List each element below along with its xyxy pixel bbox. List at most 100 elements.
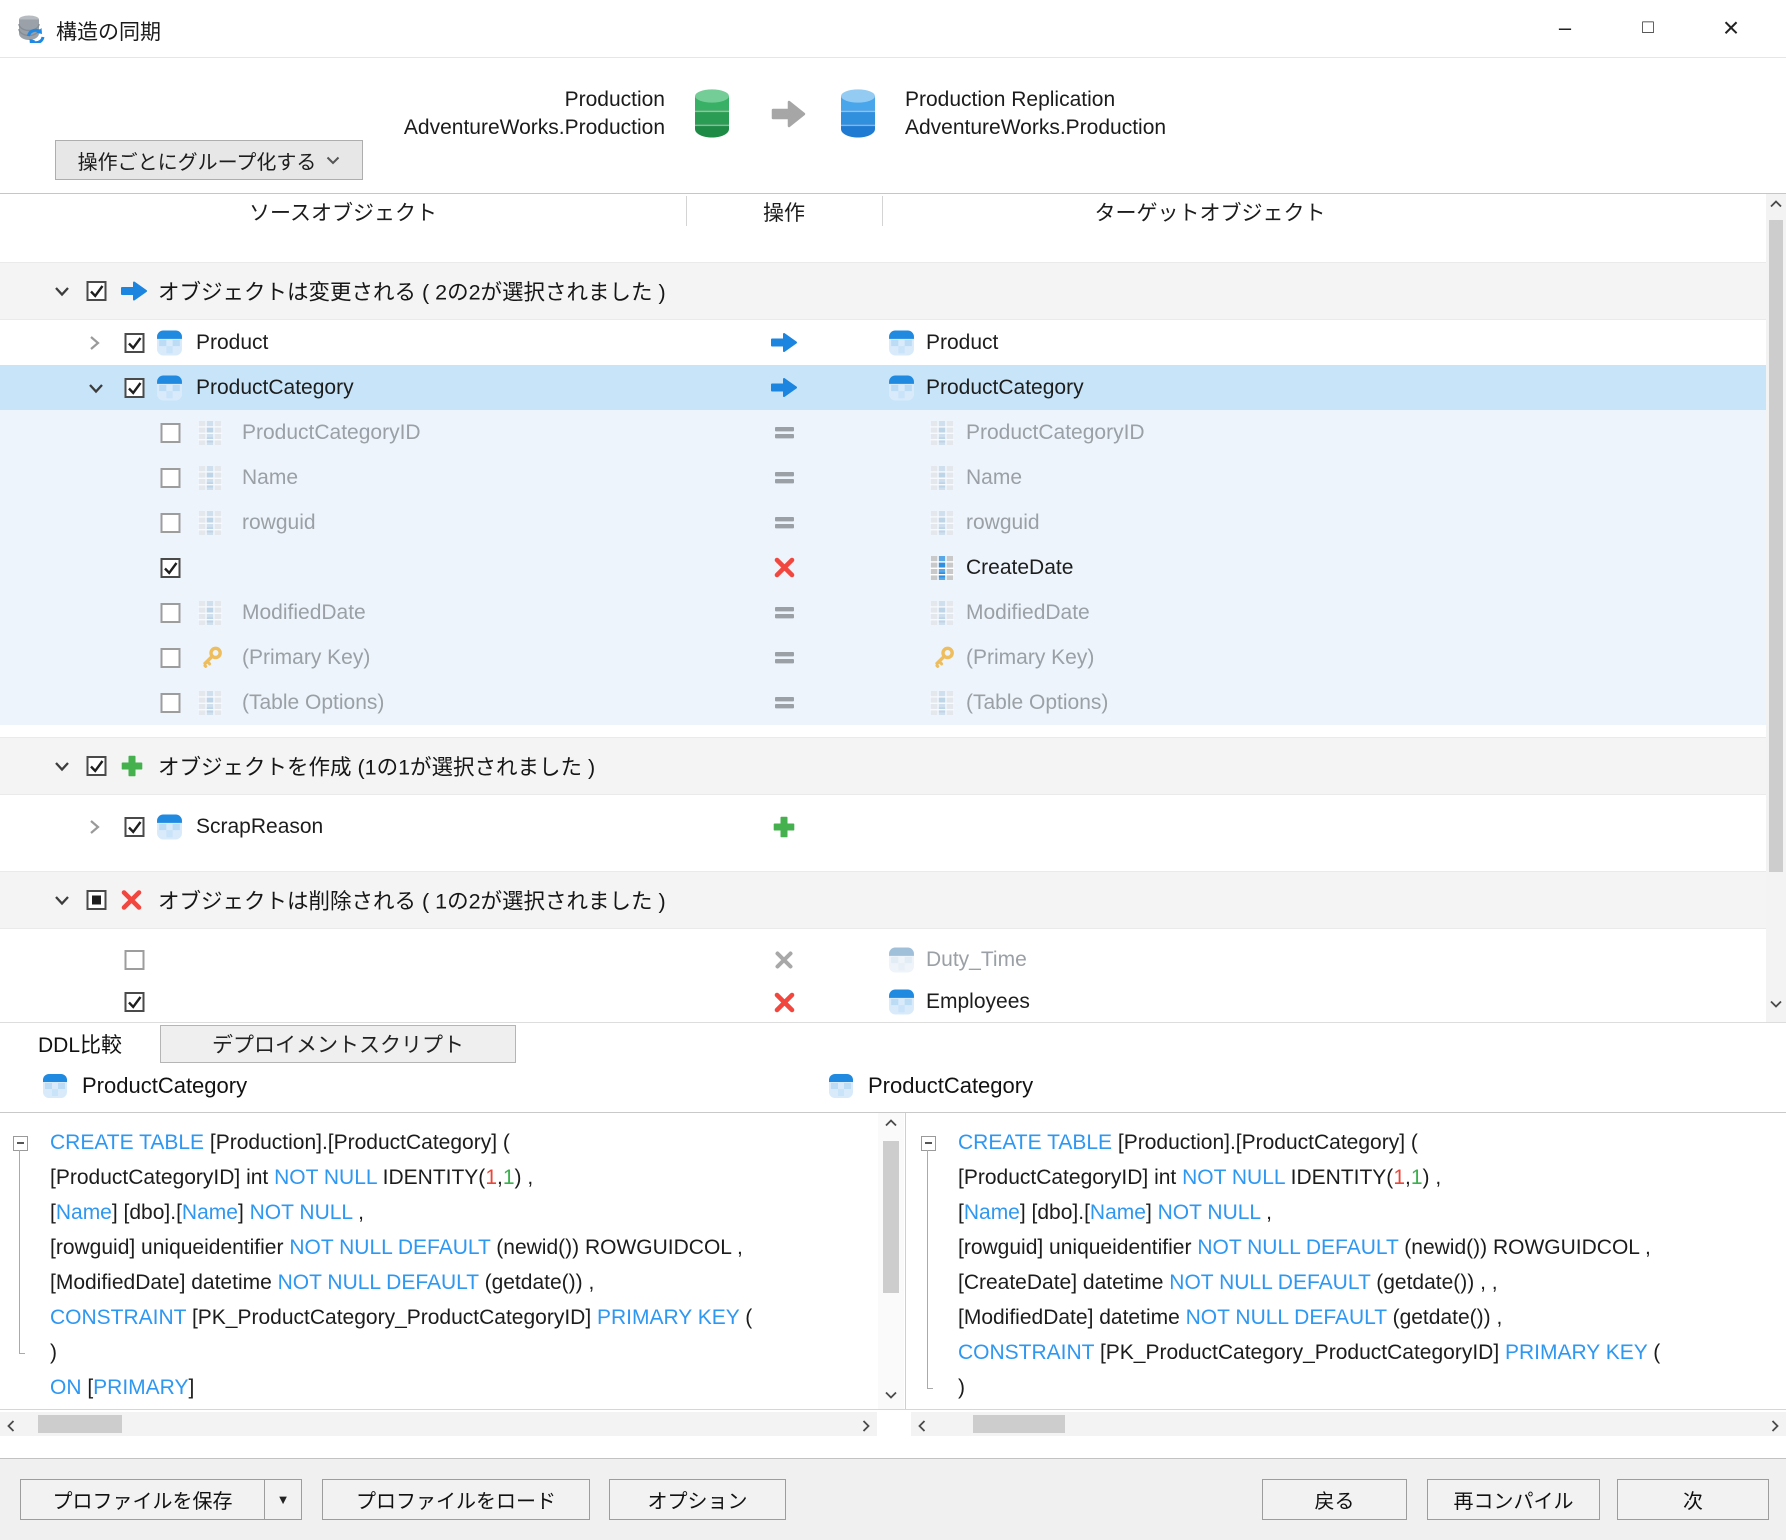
recompile-button[interactable]: 再コンパイル: [1427, 1479, 1600, 1520]
tree-row[interactable]: NameName: [0, 455, 1766, 500]
code-fold-toggle[interactable]: [13, 1136, 28, 1151]
source-database-name: AdventureWorks.Production: [404, 114, 665, 142]
tab-ddl-comparison[interactable]: DDL比較: [0, 1025, 160, 1063]
ddl-code-line: CONSTRAINT [PK_ProductCategory_ProductCa…: [908, 1335, 1786, 1370]
group-by-operation-label: 操作ごとにグループ化する: [78, 146, 317, 175]
checkbox[interactable]: [160, 512, 181, 533]
column-header-source[interactable]: ソースオブジェクト: [0, 197, 686, 227]
target-object-label: Name: [966, 466, 1022, 490]
scroll-right-icon[interactable]: [1771, 1420, 1779, 1432]
source-object-label: ProductCategory: [196, 376, 354, 400]
operation-cell: [686, 500, 882, 545]
left-horizontal-scrollbar[interactable]: [0, 1412, 877, 1436]
tree-row[interactable]: Duty_Time: [0, 939, 1766, 981]
table-icon: [42, 1073, 68, 1099]
operation-delete-icon: [773, 991, 796, 1014]
scrollbar-thumb[interactable]: [1769, 220, 1783, 872]
tree-row[interactable]: (Table Options)(Table Options): [0, 680, 1766, 725]
scroll-down-icon[interactable]: [1770, 1000, 1782, 1008]
checkbox[interactable]: [86, 756, 107, 777]
chevron-down-icon[interactable]: [54, 894, 70, 906]
target-object-label: Product: [926, 331, 998, 355]
close-button[interactable]: ×: [1701, 8, 1761, 48]
scrollbar-thumb[interactable]: [973, 1415, 1065, 1433]
checkbox[interactable]: [124, 950, 145, 971]
tree-row[interactable]: Employees: [0, 981, 1766, 1022]
scroll-left-icon[interactable]: [918, 1420, 926, 1432]
tree-row[interactable]: Product Product: [0, 320, 1766, 365]
bottom-tab-bar: DDL比較 デプロイメントスクリプト: [0, 1025, 1786, 1063]
tree-row[interactable]: ScrapReason: [0, 804, 1766, 849]
group-label: オブジェクトを作成 (1の1が選択されました ): [158, 751, 595, 782]
right-horizontal-scrollbar[interactable]: [911, 1412, 1786, 1436]
operation-cell: [686, 455, 882, 500]
save-profile-split-button[interactable]: プロファイルを保存 ▼: [20, 1479, 302, 1520]
target-database-name: AdventureWorks.Production: [905, 114, 1166, 142]
maximize-button[interactable]: □: [1618, 8, 1678, 48]
scroll-up-icon[interactable]: [885, 1119, 897, 1127]
tab-deployment-script[interactable]: デプロイメントスクリプト: [160, 1025, 516, 1063]
chevron-right-icon[interactable]: [88, 819, 100, 835]
checkbox[interactable]: [124, 816, 145, 837]
checkbox[interactable]: [124, 377, 145, 398]
ddl-code-line: [ModifiedDate] datetime NOT NULL DEFAULT…: [0, 1265, 877, 1300]
tree-row[interactable]: ProductCategoryIDProductCategoryID: [0, 410, 1766, 455]
ddl-vertical-scrollbar[interactable]: [878, 1113, 904, 1409]
checkbox[interactable]: [160, 692, 181, 713]
column-header-target[interactable]: ターゲットオブジェクト: [960, 197, 1460, 227]
right-panel-object-label: ProductCategory: [868, 1073, 1033, 1099]
code-fold-toggle[interactable]: [921, 1136, 936, 1151]
tree-group-row[interactable]: オブジェクトは変更される ( 2の2が選択されました ): [0, 262, 1766, 320]
minimize-button[interactable]: –: [1535, 8, 1595, 48]
tree-row[interactable]: rowguidrowguid: [0, 500, 1766, 545]
target-object-label: (Table Options): [966, 691, 1108, 715]
tree-row[interactable]: (Primary Key)(Primary Key): [0, 635, 1766, 680]
checkbox[interactable]: [160, 467, 181, 488]
scroll-left-icon[interactable]: [7, 1420, 15, 1432]
tree-row[interactable]: CreateDate: [0, 545, 1766, 590]
scroll-right-icon[interactable]: [862, 1420, 870, 1432]
scrollbar-thumb[interactable]: [38, 1415, 122, 1433]
checkbox[interactable]: [124, 992, 145, 1013]
scroll-up-icon[interactable]: [1770, 200, 1782, 208]
options-button[interactable]: オプション: [609, 1479, 786, 1520]
tree-group-row[interactable]: オブジェクトを作成 (1の1が選択されました ): [0, 737, 1766, 795]
chevron-down-icon[interactable]: [54, 760, 70, 772]
checkbox[interactable]: [160, 422, 181, 443]
scroll-down-icon[interactable]: [885, 1391, 897, 1399]
tree-vertical-scrollbar[interactable]: [1766, 194, 1786, 1022]
chevron-down-icon[interactable]: [88, 382, 104, 394]
table-icon: [156, 374, 183, 401]
operation-delete-icon: [120, 889, 143, 912]
group-by-operation-dropdown[interactable]: 操作ごとにグループ化する: [55, 140, 363, 180]
table-icon: [156, 329, 183, 356]
checkbox[interactable]: [160, 647, 181, 668]
ddl-code-line: [ProductCategoryID] int NOT NULL IDENTIT…: [908, 1160, 1786, 1195]
tree-row[interactable]: ProductCategoryProductCategory: [0, 365, 1766, 410]
load-profile-button[interactable]: プロファイルをロード: [322, 1479, 590, 1520]
column-header-operation[interactable]: 操作: [686, 197, 882, 227]
operation-equal-icon: [774, 605, 795, 620]
checkbox-indeterminate[interactable]: [86, 890, 107, 911]
tree-row[interactable]: ModifiedDateModifiedDate: [0, 590, 1766, 635]
column-icon: [930, 599, 954, 627]
target-ddl-panel[interactable]: CREATE TABLE [Production].[ProductCatego…: [908, 1113, 1786, 1409]
source-ddl-panel[interactable]: CREATE TABLE [Production].[ProductCatego…: [0, 1113, 877, 1409]
source-object-label: Product: [196, 331, 268, 355]
checkbox[interactable]: [124, 332, 145, 353]
left-panel-object: ProductCategory: [42, 1073, 247, 1099]
chevron-right-icon[interactable]: [88, 335, 100, 351]
ddl-code-line: CREATE TABLE [Production].[ProductCatego…: [0, 1125, 877, 1160]
back-button[interactable]: 戻る: [1262, 1479, 1407, 1520]
table-icon: [888, 329, 915, 356]
checkbox[interactable]: [86, 281, 107, 302]
scrollbar-thumb[interactable]: [883, 1141, 899, 1293]
checkbox[interactable]: [160, 602, 181, 623]
next-button[interactable]: 次: [1617, 1479, 1769, 1520]
checkbox[interactable]: [160, 557, 181, 578]
save-profile-dropdown-arrow[interactable]: ▼: [264, 1480, 301, 1519]
chevron-down-icon[interactable]: [54, 285, 70, 297]
tree-group-row[interactable]: オブジェクトは削除される ( 1の2が選択されました ): [0, 871, 1766, 929]
operation-modify-icon: [770, 331, 798, 354]
operation-modify-icon: [770, 376, 798, 399]
